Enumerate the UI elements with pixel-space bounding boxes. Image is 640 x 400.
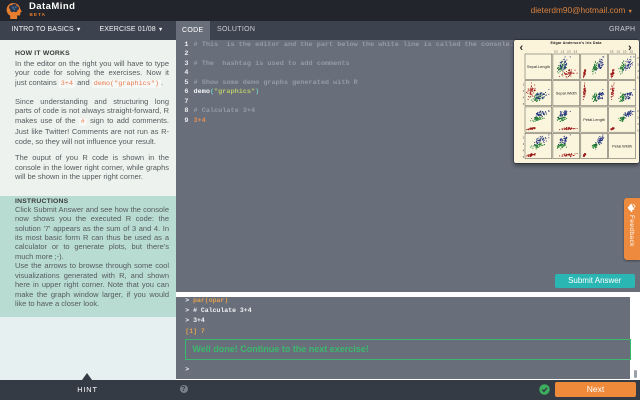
svg-text:5: 5 xyxy=(637,129,639,132)
svg-text:3: 3 xyxy=(523,90,525,93)
svg-text:1.5: 1.5 xyxy=(616,51,620,54)
svg-text:0.5: 0.5 xyxy=(610,51,614,54)
svg-text:2: 2 xyxy=(523,136,525,139)
svg-text:3.5: 3.5 xyxy=(574,51,578,54)
svg-text:2.5: 2.5 xyxy=(567,51,571,54)
svg-text:2: 2 xyxy=(637,110,639,113)
svg-text:4: 4 xyxy=(523,149,525,152)
svg-text:4: 4 xyxy=(637,123,639,126)
svg-text:Petal.Length: Petal.Length xyxy=(583,117,605,122)
svg-text:5: 5 xyxy=(523,103,525,106)
svg-text:2: 2 xyxy=(637,57,639,60)
svg-text:4: 4 xyxy=(637,70,639,73)
svg-text:3: 3 xyxy=(637,64,639,67)
svg-text:5: 5 xyxy=(523,156,525,159)
svg-text:Sepal.Length: Sepal.Length xyxy=(527,64,550,69)
svg-text:1.5: 1.5 xyxy=(561,51,565,54)
svg-text:2.5: 2.5 xyxy=(623,51,627,54)
svg-text:3: 3 xyxy=(637,116,639,119)
svg-text:Sepal.Width: Sepal.Width xyxy=(556,91,577,96)
svg-text:2: 2 xyxy=(523,84,525,87)
svg-text:5: 5 xyxy=(637,77,639,80)
svg-text:4: 4 xyxy=(523,97,525,100)
svg-text:3: 3 xyxy=(523,143,525,146)
svg-text:0.5: 0.5 xyxy=(554,51,558,54)
svg-text:Petal.Width: Petal.Width xyxy=(612,144,632,149)
